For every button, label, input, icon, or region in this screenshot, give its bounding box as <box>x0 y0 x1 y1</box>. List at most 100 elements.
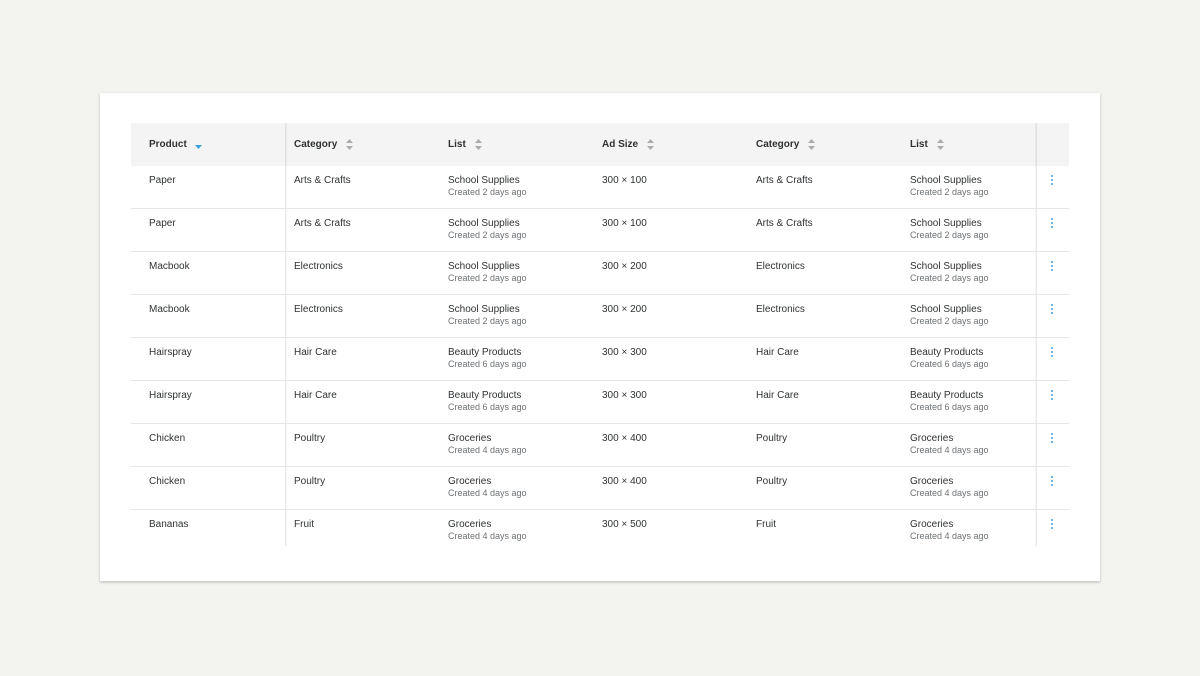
table-row[interactable]: Hairspray Hair Care Beauty Products Crea… <box>131 338 1069 381</box>
column-header-label: Ad Size <box>602 138 639 150</box>
table-card: Product Category List Ad Size Category L… <box>100 93 1100 581</box>
cell-category: Fruit <box>294 519 314 530</box>
cell-actions <box>1036 338 1069 380</box>
cell-list-2: Beauty Products Created 6 days ago <box>910 381 1030 423</box>
cell-list-2: Groceries Created 4 days ago <box>910 467 1030 509</box>
list-created: Created 2 days ago <box>910 187 989 197</box>
cell-category-2: Poultry <box>756 433 788 444</box>
column-header-label: Product <box>149 138 187 150</box>
sticky-column-shadow-right <box>1035 338 1037 380</box>
list-created: Created 4 days ago <box>910 531 989 541</box>
more-vertical-icon[interactable] <box>1047 389 1057 403</box>
cell-category-2: Hair Care <box>756 347 799 358</box>
table-header-row: Product Category List Ad Size Category L… <box>131 123 1069 166</box>
column-header-ad-size[interactable]: Ad Size <box>602 123 752 166</box>
cell-list: Beauty Products Created 6 days ago <box>448 338 598 380</box>
list-created: Created 6 days ago <box>448 402 527 412</box>
cell-category-2: Electronics <box>756 261 805 272</box>
cell-category-2: Arts & Crafts <box>756 175 813 186</box>
table-row[interactable]: Chicken Poultry Groceries Created 4 days… <box>131 467 1069 510</box>
sort-icon[interactable] <box>646 138 655 151</box>
cell-actions <box>1036 166 1069 208</box>
cell-ad-size: 300 × 200 <box>602 261 647 272</box>
cell-category-2: Poultry <box>756 476 788 487</box>
column-header-product[interactable]: Product <box>149 123 285 166</box>
more-vertical-icon[interactable] <box>1047 217 1057 231</box>
cell-category: Arts & Crafts <box>294 175 351 186</box>
list-created: Created 2 days ago <box>448 273 527 283</box>
column-header-actions <box>1036 123 1069 166</box>
cell-list: Beauty Products Created 6 days ago <box>448 381 598 423</box>
list-name: Groceries <box>910 519 954 530</box>
cell-product: Bananas <box>149 519 189 530</box>
sticky-column-shadow-right <box>1035 252 1037 294</box>
more-vertical-icon[interactable] <box>1047 518 1057 532</box>
more-vertical-icon[interactable] <box>1047 174 1057 188</box>
cell-category: Poultry <box>294 433 326 444</box>
sort-icon[interactable] <box>345 138 354 151</box>
cell-category: Hair Care <box>294 347 337 358</box>
list-created: Created 2 days ago <box>448 187 527 197</box>
sticky-column-shadow-left <box>285 166 287 208</box>
table-row[interactable]: Bananas Fruit Groceries Created 4 days a… <box>131 510 1069 546</box>
sticky-column-shadow-left <box>285 209 287 251</box>
table-row[interactable]: Hairspray Hair Care Beauty Products Crea… <box>131 381 1069 424</box>
sort-icon[interactable] <box>807 138 816 151</box>
column-header-category-2[interactable]: Category <box>756 123 906 166</box>
list-created: Created 4 days ago <box>448 488 527 498</box>
sticky-column-shadow-left <box>285 510 287 546</box>
list-name: School Supplies <box>910 261 982 272</box>
cell-actions <box>1036 252 1069 294</box>
sticky-column-shadow-right <box>1035 467 1037 509</box>
column-header-list[interactable]: List <box>448 123 598 166</box>
sticky-column-shadow-right <box>1035 510 1037 546</box>
column-header-label: List <box>448 138 466 150</box>
cell-list: Groceries Created 4 days ago <box>448 510 598 546</box>
cell-product: Chicken <box>149 433 186 444</box>
cell-product: Paper <box>149 218 176 229</box>
cell-list: Groceries Created 4 days ago <box>448 424 598 466</box>
sort-icon[interactable] <box>474 138 483 151</box>
cell-list-2: School Supplies Created 2 days ago <box>910 209 1030 251</box>
table-row[interactable]: Paper Arts & Crafts School Supplies Crea… <box>131 209 1069 252</box>
list-name: School Supplies <box>448 261 520 272</box>
sticky-column-shadow-left <box>285 424 287 466</box>
cell-ad-size: 300 × 400 <box>602 433 647 444</box>
list-created: Created 4 days ago <box>448 531 527 541</box>
more-vertical-icon[interactable] <box>1047 475 1057 489</box>
more-vertical-icon[interactable] <box>1047 432 1057 446</box>
cell-ad-size: 300 × 100 <box>602 175 647 186</box>
list-created: Created 4 days ago <box>448 445 527 455</box>
cell-actions <box>1036 467 1069 509</box>
more-vertical-icon[interactable] <box>1047 346 1057 360</box>
list-created: Created 4 days ago <box>910 445 989 455</box>
cell-list: School Supplies Created 2 days ago <box>448 209 598 251</box>
sort-icon[interactable] <box>936 138 945 151</box>
cell-product: Hairspray <box>149 347 192 358</box>
table-row[interactable]: Macbook Electronics School Supplies Crea… <box>131 252 1069 295</box>
cell-product: Paper <box>149 175 176 186</box>
list-created: Created 2 days ago <box>448 316 527 326</box>
table-row[interactable]: Paper Arts & Crafts School Supplies Crea… <box>131 166 1069 209</box>
list-name: School Supplies <box>910 304 982 315</box>
cell-list: School Supplies Created 2 days ago <box>448 252 598 294</box>
sticky-column-shadow-left <box>285 381 287 423</box>
table-row[interactable]: Chicken Poultry Groceries Created 4 days… <box>131 424 1069 467</box>
sort-descending-icon[interactable] <box>194 138 203 151</box>
sticky-column-shadow-left <box>285 338 287 380</box>
more-vertical-icon[interactable] <box>1047 260 1057 274</box>
sticky-column-shadow-left <box>285 295 287 337</box>
sticky-column-shadow-left <box>285 467 287 509</box>
column-header-list-2[interactable]: List <box>910 123 1030 166</box>
list-name: Groceries <box>910 433 954 444</box>
list-created: Created 2 days ago <box>448 230 527 240</box>
cell-category: Electronics <box>294 261 343 272</box>
cell-ad-size: 300 × 300 <box>602 390 647 401</box>
column-header-category[interactable]: Category <box>294 123 444 166</box>
cell-product: Hairspray <box>149 390 192 401</box>
cell-list-2: Groceries Created 4 days ago <box>910 424 1030 466</box>
list-name: School Supplies <box>910 175 982 186</box>
table-row[interactable]: Macbook Electronics School Supplies Crea… <box>131 295 1069 338</box>
column-header-label: List <box>910 138 928 150</box>
more-vertical-icon[interactable] <box>1047 303 1057 317</box>
